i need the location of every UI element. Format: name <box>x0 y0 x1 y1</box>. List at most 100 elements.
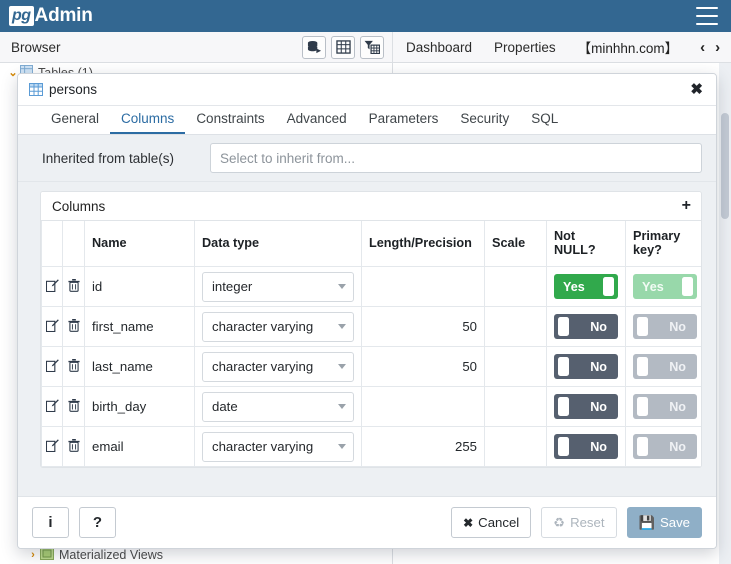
browser-tool-buttons <box>302 35 384 59</box>
pgadmin-app: pg Admin Browser Dashboard Properties 【m… <box>0 0 731 564</box>
edit-row-icon[interactable] <box>45 318 59 332</box>
logo-admin-text: Admin <box>34 5 93 26</box>
table-row: birth_day date No No <box>41 386 701 427</box>
toggle-knob <box>558 317 569 336</box>
data-type-select[interactable]: character varying <box>202 311 354 342</box>
table-row: last_name character varying 50 No No <box>41 346 701 387</box>
not_null-toggle-label: Yes <box>563 279 585 294</box>
tab-parameters[interactable]: Parameters <box>358 111 450 134</box>
help-icon[interactable]: ? <box>79 507 116 538</box>
save-button-label: Save <box>659 515 690 530</box>
primary_key-toggle[interactable]: Yes <box>633 274 697 299</box>
browser-toolbar: Browser Dashboard Properties 【minhhn.com… <box>0 31 731 63</box>
not_null-toggle[interactable]: Yes <box>554 274 618 299</box>
dialog-title: persons <box>29 82 97 97</box>
toggle-knob <box>637 437 648 456</box>
table-properties-dialog: persons ✖ General Columns Constraints Ad… <box>17 73 717 549</box>
data-type-select[interactable]: character varying <box>202 431 354 462</box>
hamburger-icon[interactable] <box>696 7 718 25</box>
edit-row-icon[interactable] <box>45 398 59 412</box>
content-tab-bar: Dashboard Properties 【minhhn.com】 ‹ › <box>393 32 731 63</box>
data-type-value: character varying <box>212 319 314 334</box>
chevron-right-icon[interactable]: › <box>715 39 720 56</box>
edit-row-icon[interactable] <box>45 358 59 372</box>
filtered-rows-icon[interactable] <box>360 35 384 59</box>
dialog-tab-bar: General Columns Constraints Advanced Par… <box>18 106 716 135</box>
chevron-down-icon <box>338 404 346 409</box>
data-type-select[interactable]: date <box>202 391 354 422</box>
info-icon[interactable]: i <box>32 507 69 538</box>
browser-panel-title: Browser <box>11 39 61 55</box>
tree-item-label: Materialized Views <box>59 547 163 562</box>
delete-row-icon[interactable] <box>67 278 80 292</box>
close-x-icon: ✖ <box>463 515 474 530</box>
table-icon <box>29 83 43 96</box>
column-name-cell: id <box>92 279 103 294</box>
not_null-toggle-label: No <box>590 439 607 454</box>
tab-properties[interactable]: Properties <box>494 40 556 55</box>
column-name-cell: first_name <box>92 319 154 334</box>
chevron-down-icon <box>338 444 346 449</box>
col-header-name: Name <box>84 221 195 267</box>
query-tool-icon[interactable] <box>302 35 326 59</box>
primary_key-toggle-label: No <box>669 399 686 414</box>
tab-columns[interactable]: Columns <box>110 111 186 134</box>
primary_key-toggle[interactable]: No <box>633 354 697 379</box>
tab-constraints[interactable]: Constraints <box>185 111 275 134</box>
data-type-value: date <box>212 399 238 414</box>
length-precision-cell[interactable]: 50 <box>462 359 477 374</box>
not_null-toggle-label: No <box>590 359 607 374</box>
data-type-select[interactable]: character varying <box>202 351 354 382</box>
vertical-scrollbar[interactable] <box>719 63 731 564</box>
tab-security[interactable]: Security <box>449 111 520 134</box>
reset-button[interactable]: ♻ Reset <box>541 507 617 538</box>
tab-advanced[interactable]: Advanced <box>276 111 358 134</box>
col-header-primary-key: Primary key? <box>625 221 701 267</box>
columns-panel: Columns + Name Data type Length/Precisio… <box>40 191 702 468</box>
delete-row-icon[interactable] <box>67 398 80 412</box>
edit-row-icon[interactable] <box>45 438 59 452</box>
column-name-cell: birth_day <box>92 399 147 414</box>
inherited-from-input[interactable]: Select to inherit from... <box>210 143 702 173</box>
primary_key-toggle[interactable]: No <box>633 434 697 459</box>
save-button[interactable]: 💾 Save <box>626 507 702 538</box>
inherited-from-label: Inherited from table(s) <box>42 150 175 166</box>
data-type-select[interactable]: integer <box>202 271 354 302</box>
tab-dashboard[interactable]: Dashboard <box>406 40 472 55</box>
tab-general[interactable]: General <box>40 111 110 134</box>
scrollbar-thumb[interactable] <box>721 113 729 219</box>
primary_key-toggle[interactable]: No <box>633 394 697 419</box>
not_null-toggle[interactable]: No <box>554 354 618 379</box>
not_null-toggle[interactable]: No <box>554 314 618 339</box>
toggle-knob <box>637 397 648 416</box>
table-row: id integer Yes Yes <box>41 266 701 307</box>
edit-row-icon[interactable] <box>45 278 59 292</box>
close-icon[interactable]: ✖ <box>687 80 706 99</box>
tab-minhhn[interactable]: 【minhhn.com】 <box>578 37 679 57</box>
length-precision-cell[interactable]: 255 <box>455 439 477 454</box>
delete-row-icon[interactable] <box>67 438 80 452</box>
chevron-right-icon[interactable]: › <box>26 549 40 561</box>
view-data-icon[interactable] <box>331 35 355 59</box>
cancel-button[interactable]: ✖ Cancel <box>451 507 532 538</box>
not_null-toggle[interactable]: No <box>554 394 618 419</box>
chevron-left-icon[interactable]: ‹ <box>700 39 705 56</box>
tab-sql[interactable]: SQL <box>520 111 569 134</box>
toggle-knob <box>682 277 693 296</box>
toggle-knob <box>558 357 569 376</box>
data-type-value: character varying <box>212 359 314 374</box>
toggle-knob <box>558 397 569 416</box>
col-header-data-type: Data type <box>194 221 362 267</box>
toggle-knob <box>603 277 614 296</box>
toggle-knob <box>637 357 648 376</box>
not_null-toggle-label: No <box>590 399 607 414</box>
delete-row-icon[interactable] <box>67 358 80 372</box>
delete-row-icon[interactable] <box>67 318 80 332</box>
primary_key-toggle[interactable]: No <box>633 314 697 339</box>
footer-left-buttons: i ? <box>32 507 116 538</box>
pgadmin-logo: pg Admin <box>9 0 93 32</box>
not_null-toggle[interactable]: No <box>554 434 618 459</box>
length-precision-cell[interactable]: 50 <box>462 319 477 334</box>
add-column-button[interactable]: + <box>682 198 691 214</box>
reset-button-label: Reset <box>570 515 605 530</box>
